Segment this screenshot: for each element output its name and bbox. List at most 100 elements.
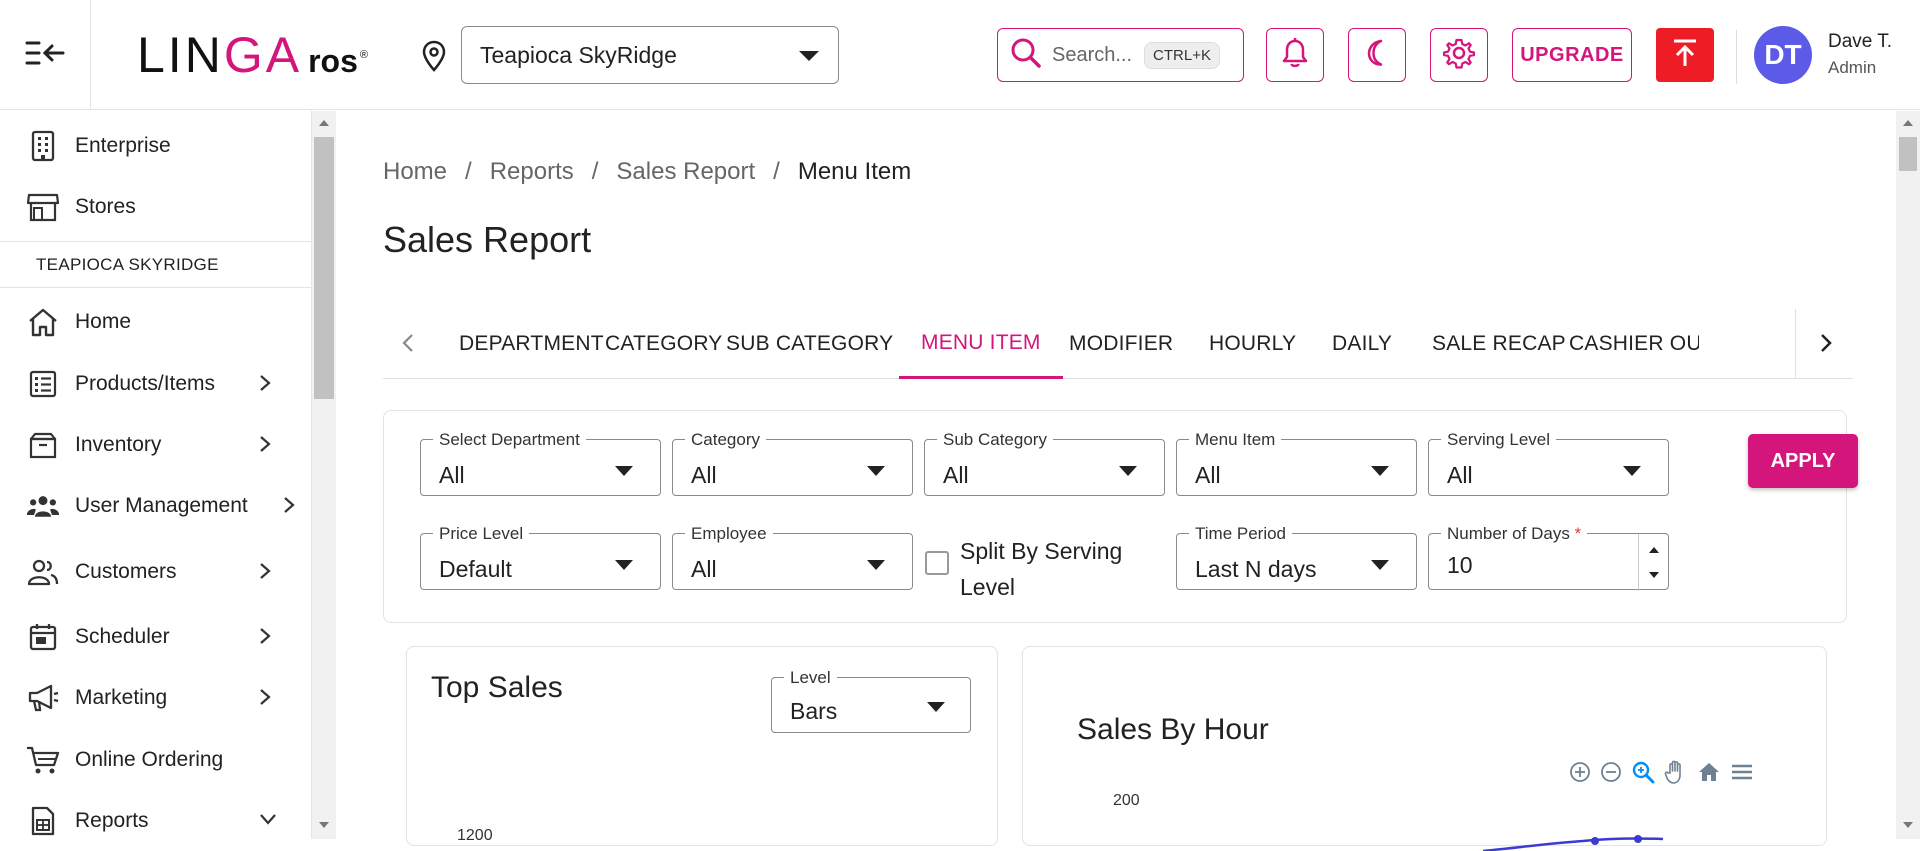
chevron-down-icon [1370,558,1390,576]
price-level-select[interactable]: Price Level Default [420,524,661,590]
breadcrumb-home[interactable]: Home [383,158,447,186]
notifications-button[interactable] [1266,28,1324,82]
zoom-in-icon[interactable] [1569,761,1591,788]
chevron-right-icon [258,373,272,398]
tab-sale-recap[interactable]: SALE RECAP [1432,309,1566,379]
field-value: All [1195,462,1221,488]
field-value: All [439,462,465,488]
settings-button[interactable] [1430,28,1488,82]
main-content: Home / Reports / Sales Report / Menu Ite… [337,111,1897,851]
sub-category-select[interactable]: Sub Category All [924,430,1165,496]
header-divider [1736,30,1737,84]
sidebar-scroll-thumb[interactable] [314,137,334,399]
tab-menu-item[interactable]: MENU ITEM [899,309,1063,379]
sales-by-hour-title: Sales By Hour [1077,713,1269,746]
menu-item-select[interactable]: Menu Item All [1176,430,1417,496]
tab-modifier[interactable]: MODIFIER [1069,309,1173,379]
scroll-up-icon[interactable] [1902,119,1914,127]
sidebar-item-customers[interactable]: Customers [0,547,312,597]
tab-hourly[interactable]: HOURLY [1209,309,1296,379]
tab-sub-category[interactable]: SUB CATEGORY [726,309,893,379]
sidebar-scrollbar[interactable] [312,111,336,839]
chevron-down-icon [614,464,634,482]
page-scroll-thumb[interactable] [1899,137,1917,171]
number-of-days-input[interactable]: Number of Days * 10 [1428,524,1669,591]
sidebar-item-marketing[interactable]: Marketing [0,673,312,723]
chevron-left-icon [402,334,413,352]
calendar-icon [26,620,60,654]
tab-scroll-right-button[interactable] [1819,331,1833,360]
page-title: Sales Report [383,219,592,260]
department-select[interactable]: Select Department All [420,430,661,496]
sidebar-item-label: Scheduler [75,625,170,648]
upgrade-button[interactable]: UPGRADE [1512,28,1632,82]
breadcrumb-current: Menu Item [797,158,912,185]
sidebar-item-inventory[interactable]: Inventory [0,420,312,470]
menu-collapse-button[interactable] [0,0,91,110]
user-role: Admin [1828,58,1877,77]
employee-select[interactable]: Employee All [672,524,913,590]
cart-icon [26,743,60,777]
serving-level-select[interactable]: Serving Level All [1428,430,1669,496]
publish-button[interactable] [1656,28,1714,82]
user-name[interactable]: Dave T. [1828,31,1892,53]
chevron-right-icon [258,561,272,586]
sales-line-fragment [1483,835,1663,851]
top-sales-level-select[interactable]: Level Bars [771,668,971,733]
zoom-out-icon[interactable] [1600,761,1622,788]
reset-home-icon[interactable] [1697,761,1721,788]
sidebar-item-enterprise[interactable]: Enterprise [0,121,312,171]
tab-department[interactable]: DEPARTMENT [459,309,604,379]
field-label: Time Period [1189,524,1293,544]
time-period-select[interactable]: Time Period Last N days [1176,524,1417,590]
field-value: 10 [1447,552,1473,578]
page-scrollbar[interactable] [1896,111,1920,839]
tab-scroll-left-button[interactable] [401,331,415,360]
sidebar-item-stores[interactable]: Stores [0,182,312,232]
user-avatar[interactable]: DT [1754,26,1812,84]
users-icon [26,489,60,523]
chevron-right-icon [1821,334,1832,352]
home-icon [26,305,60,339]
sidebar-item-online-ordering[interactable]: Online Ordering [0,735,312,785]
scroll-up-icon[interactable] [318,119,330,127]
search-input[interactable]: Search... CTRL+K [997,28,1244,82]
store-selector[interactable]: Teapioca SkyRidge [461,26,839,84]
menu-collapse-icon [23,38,67,73]
field-label: Menu Item [1189,430,1282,450]
search-icon [1010,37,1042,74]
scroll-down-icon[interactable] [318,821,330,829]
split-by-serving-level-checkbox[interactable] [925,551,949,575]
tab-daily[interactable]: DAILY [1332,309,1392,379]
scroll-down-icon[interactable] [1902,821,1914,829]
box-icon [26,428,60,462]
category-select[interactable]: Category All [672,430,913,496]
breadcrumb-sales-report[interactable]: Sales Report [616,158,755,186]
field-label: Serving Level [1441,430,1557,450]
sidebar-item-home[interactable]: Home [0,297,312,347]
top-bar: LINGA ros ® Teapioca SkyRidge Search... CT… [0,0,1920,110]
sidebar-item-user-management[interactable]: User Management [0,481,312,531]
stepper-down-icon[interactable] [1648,571,1660,579]
sidebar-item-scheduler[interactable]: Scheduler [0,612,312,662]
report-icon [26,804,60,838]
breadcrumb-reports[interactable]: Reports [490,158,574,186]
breadcrumb-separator: / [465,158,472,185]
moon-icon [1362,38,1392,73]
stepper-up-icon[interactable] [1648,546,1660,554]
breadcrumb: Home / Reports / Sales Report / Menu Ite… [383,158,911,186]
sidebar-item-products[interactable]: Products/Items [0,359,312,409]
chevron-down-icon [258,812,278,831]
apply-button[interactable]: APPLY [1748,434,1858,488]
dark-mode-button[interactable] [1348,28,1406,82]
selection-zoom-icon[interactable] [1631,760,1655,789]
tab-divider [1795,309,1796,379]
chevron-down-icon [1622,464,1642,482]
tab-cashier-out[interactable]: CASHIER OUT [1569,309,1699,379]
list-icon [26,367,60,401]
chevron-down-icon [866,558,886,576]
linga-logo[interactable]: LINGA ros ® [137,30,371,84]
pan-hand-icon[interactable] [1664,759,1688,790]
hamburger-menu-icon[interactable] [1730,762,1754,787]
tab-category[interactable]: CATEGORY [605,309,723,379]
